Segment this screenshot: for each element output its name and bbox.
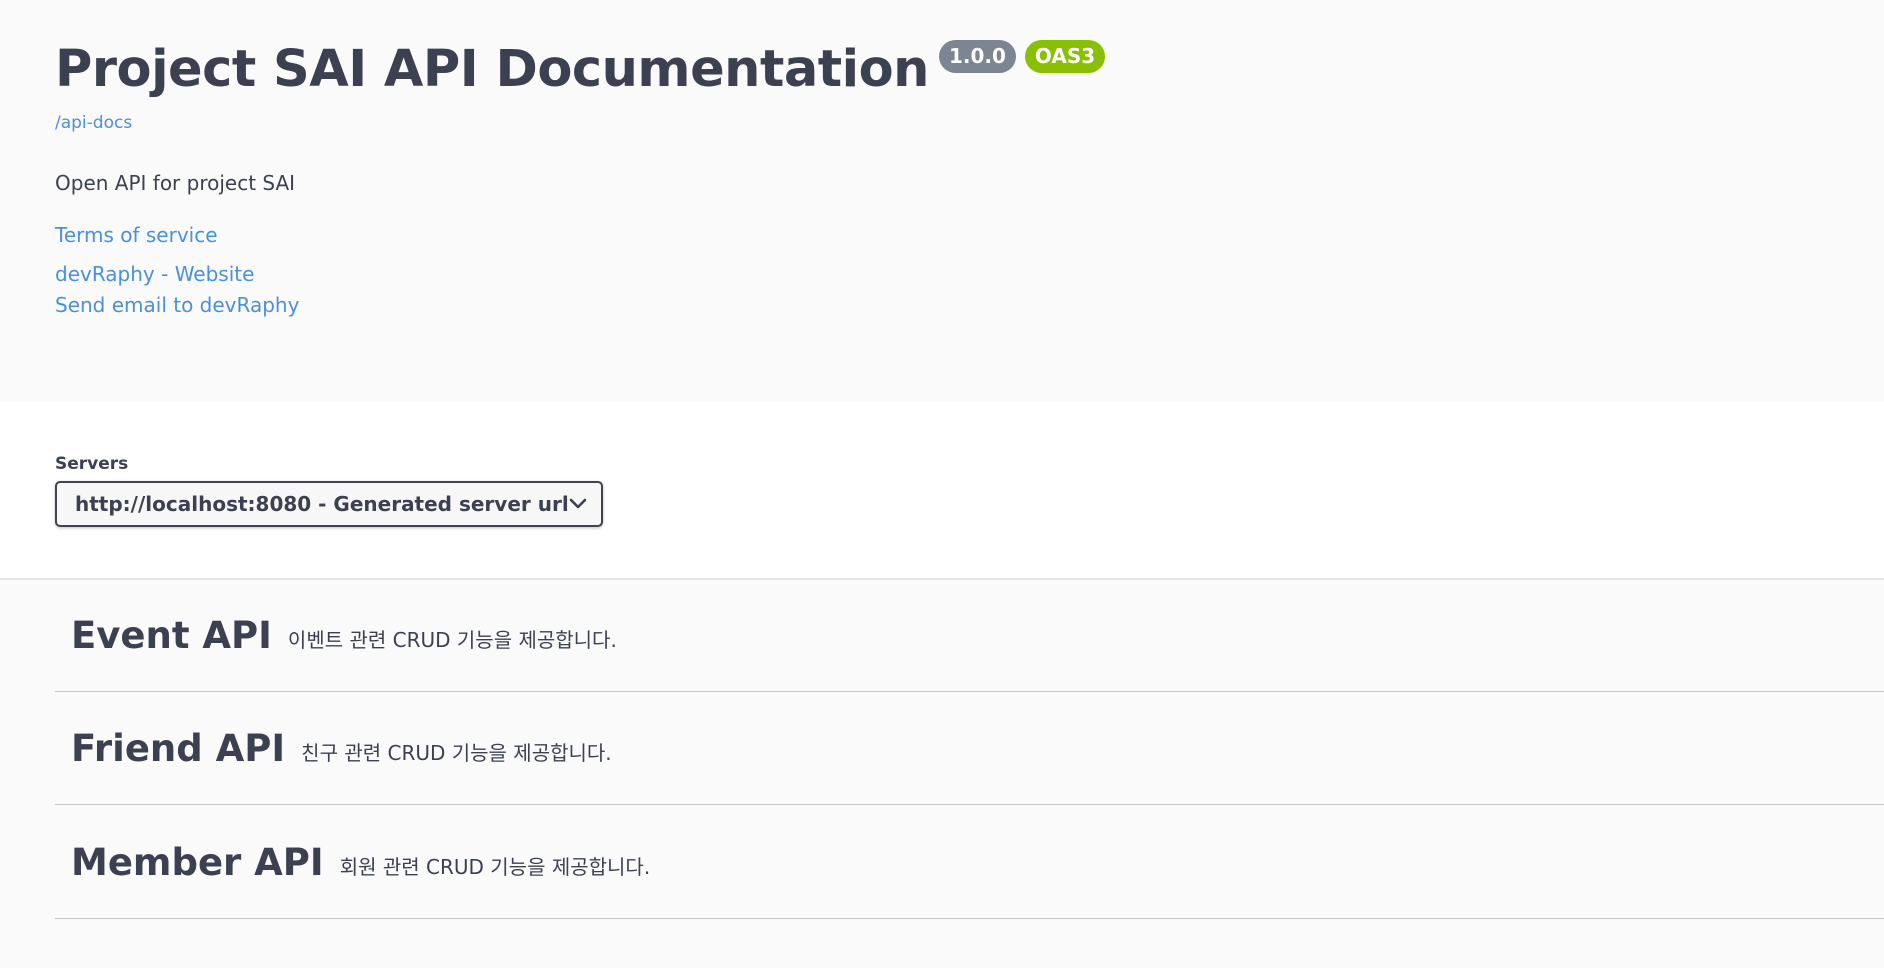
page-title: Project SAI API Documentation xyxy=(55,40,929,99)
tag-friend-api[interactable]: Friend API 친구 관련 CRUD 기능을 제공합니다. xyxy=(55,693,1884,805)
oas-badge: OAS3 xyxy=(1024,40,1106,73)
info-section: Project SAI API Documentation 1.0.0 OAS3… xyxy=(0,0,1884,402)
tag-name: Friend API xyxy=(71,727,286,770)
tag-name: Event API xyxy=(71,614,272,657)
tag-member-api[interactable]: Member API 회원 관련 CRUD 기능을 제공합니다. xyxy=(55,807,1884,919)
contact-website-link[interactable]: devRaphy - Website xyxy=(55,262,254,286)
tag-name: Member API xyxy=(71,841,324,884)
server-select[interactable]: http://localhost:8080 - Generated server… xyxy=(55,481,603,527)
title-row: Project SAI API Documentation 1.0.0 OAS3 xyxy=(55,30,1106,110)
servers-section: Servers http://localhost:8080 - Generate… xyxy=(0,402,1884,580)
server-select-value: http://localhost:8080 - Generated server… xyxy=(75,492,569,516)
tag-event-api[interactable]: Event API 이벤트 관련 CRUD 기능을 제공합니다. xyxy=(55,580,1884,692)
api-description: Open API for project SAI xyxy=(55,171,296,195)
chevron-down-icon xyxy=(569,498,587,510)
tag-description: 이벤트 관련 CRUD 기능을 제공합니다. xyxy=(287,628,617,652)
contact-email-link[interactable]: Send email to devRaphy xyxy=(55,293,299,317)
tags-section: Event API 이벤트 관련 CRUD 기능을 제공합니다. Friend … xyxy=(0,580,1884,968)
terms-of-service-link[interactable]: Terms of service xyxy=(55,223,218,247)
tag-description: 친구 관련 CRUD 기능을 제공합니다. xyxy=(301,741,612,765)
servers-label: Servers xyxy=(55,454,129,474)
tag-description: 회원 관련 CRUD 기능을 제공합니다. xyxy=(339,855,651,879)
version-badge: 1.0.0 xyxy=(938,40,1016,73)
spec-link[interactable]: /api-docs xyxy=(55,113,132,133)
